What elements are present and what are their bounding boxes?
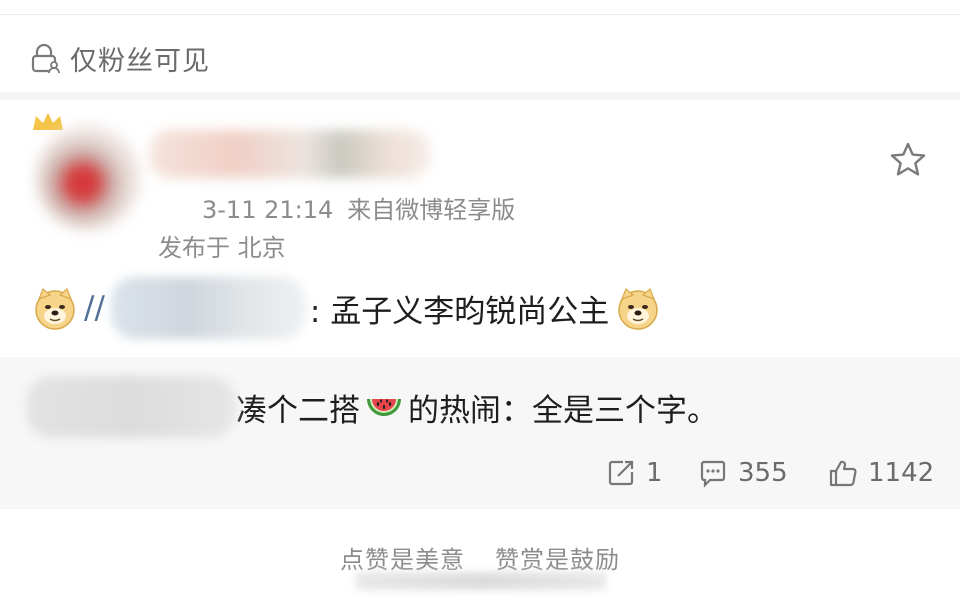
footer-redacted bbox=[356, 572, 606, 590]
visibility-label: 仅粉丝可见 bbox=[70, 45, 210, 77]
doge-emoji-icon bbox=[618, 287, 658, 330]
visibility-indicator: 仅粉丝可见 bbox=[28, 38, 210, 78]
top-divider bbox=[0, 14, 960, 15]
post-meta: 3-11 21:14 来自微博轻享版 bbox=[202, 190, 515, 225]
comment-icon bbox=[700, 460, 726, 488]
thumbs-up-icon bbox=[829, 460, 857, 487]
crown-icon bbox=[33, 113, 63, 130]
avatar[interactable] bbox=[36, 126, 140, 230]
repost-count: 1 bbox=[646, 458, 663, 488]
quoted-post-text: 凑个二搭 的热闹：全是三个字。 bbox=[26, 376, 718, 438]
comment-count: 355 bbox=[738, 458, 788, 488]
forward-slashes: // bbox=[84, 290, 105, 326]
footer-text: 点赞是美意 赞赏是鼓励 bbox=[0, 540, 960, 575]
mention-redacted[interactable] bbox=[110, 277, 306, 339]
footer-like-text: 点赞是美意 bbox=[340, 546, 465, 574]
post-time: 3-11 21:14 bbox=[202, 196, 334, 224]
like-count: 1142 bbox=[868, 458, 935, 488]
post-text: : 孟子义李昀锐尚公主 bbox=[309, 293, 610, 330]
quoted-text-start: 凑个二搭 bbox=[236, 392, 360, 429]
post-content: // : 孟子义李昀锐尚公主 bbox=[32, 277, 661, 339]
star-icon[interactable] bbox=[888, 140, 928, 180]
repost-button[interactable]: 1 bbox=[606, 453, 663, 493]
section-divider bbox=[0, 92, 960, 100]
quoted-text-end: 的热闹：全是三个字。 bbox=[408, 392, 718, 429]
comment-button[interactable]: 355 bbox=[698, 453, 788, 493]
post-source[interactable]: 来自微博轻享版 bbox=[347, 196, 515, 224]
watermelon-emoji-icon bbox=[367, 399, 401, 416]
lock-person-icon bbox=[31, 43, 60, 74]
like-button[interactable]: 1142 bbox=[828, 453, 934, 493]
post-location: 发布于 北京 bbox=[158, 234, 286, 262]
footer-tip-text: 赞赏是鼓励 bbox=[495, 546, 620, 574]
repost-icon bbox=[608, 460, 634, 486]
doge-emoji-icon bbox=[35, 287, 75, 330]
quoted-author-redacted[interactable] bbox=[26, 376, 236, 438]
username-redacted[interactable] bbox=[150, 130, 430, 178]
quoted-post[interactable]: 凑个二搭 的热闹：全是三个字。 1 355 1142 bbox=[0, 357, 960, 509]
user-avatar-wrapper[interactable] bbox=[24, 110, 144, 230]
